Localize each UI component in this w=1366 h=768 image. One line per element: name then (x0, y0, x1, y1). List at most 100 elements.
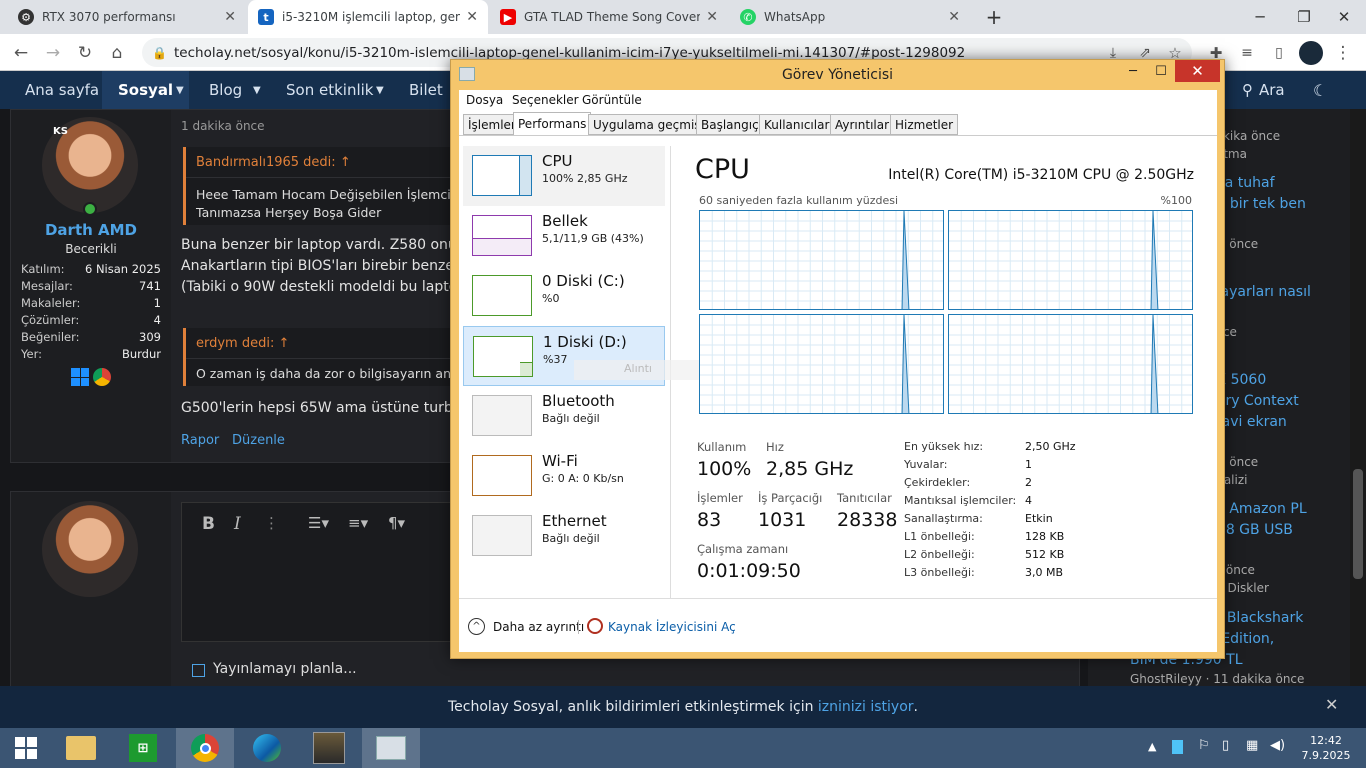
resource-item-bluetooth[interactable]: Bluetooth Bağlı değil (463, 386, 665, 446)
resource-name: CPU (542, 152, 573, 170)
close-tab-icon[interactable]: ✕ (948, 9, 960, 25)
gta-button[interactable] (300, 728, 358, 768)
user-stat-row: Yer: Burdur (21, 347, 161, 361)
tm-tabs: İşlemler Performans Uygulama geçmişi Baş… (463, 112, 1213, 136)
cpu-graphs (699, 210, 1193, 414)
tab-uygulama-gecmisi[interactable]: Uygulama geçmişi (588, 114, 709, 135)
clock[interactable]: 12:42 7.9.2025 (1296, 733, 1356, 763)
minimize-icon[interactable]: ─ (1238, 0, 1282, 34)
edge-button[interactable] (238, 728, 296, 768)
nav-ana-sayfa[interactable]: Ana sayfa (25, 71, 99, 109)
store-button[interactable]: ⊞ (114, 728, 172, 768)
cpu-heading: CPU (695, 154, 750, 185)
collapse-icon[interactable]: ^ (468, 618, 485, 635)
forward-icon[interactable]: → (40, 40, 66, 66)
resource-name: 1 Diski (D:) (543, 333, 627, 351)
task-manager-taskbar-button[interactable] (362, 728, 420, 768)
quote-author[interactable]: Bandırmalı1965 dedi: ↑ (196, 155, 351, 170)
close-tab-icon[interactable]: ✕ (466, 9, 478, 25)
menu-goruntule[interactable]: Görüntüle (582, 93, 642, 107)
schedule-checkbox[interactable] (192, 664, 205, 677)
file-explorer-button[interactable] (52, 728, 110, 768)
menu-secenekler[interactable]: Seçenekler (512, 93, 579, 107)
tray-app-icon[interactable] (1172, 740, 1183, 754)
align-icon[interactable]: ≡▾ (348, 514, 368, 532)
battery-icon[interactable]: ▯ (1222, 738, 1229, 753)
resource-name: Wi-Fi (542, 452, 578, 470)
username-link[interactable]: Darth AMD (11, 221, 171, 239)
menu-dosya[interactable]: Dosya (466, 93, 503, 107)
italic-icon[interactable]: I (234, 514, 241, 534)
edit-link[interactable]: Düzenle (232, 433, 285, 448)
less-details-link[interactable]: Daha az ayrıntı (493, 620, 584, 634)
tray-chevron-icon[interactable]: ▲ (1148, 740, 1156, 753)
resource-item-bellek[interactable]: Bellek 5,1/11,9 GB (43%) (463, 206, 665, 266)
tab-performans[interactable]: Performans (513, 112, 592, 136)
scrollbar-thumb[interactable] (1353, 469, 1363, 579)
minimize-icon[interactable]: ─ (1119, 60, 1147, 82)
profile-avatar[interactable] (1299, 41, 1323, 65)
close-tab-icon[interactable]: ✕ (224, 9, 236, 25)
home-icon[interactable]: ⌂ (104, 40, 130, 66)
tab-baslangic[interactable]: Başlangıç (696, 114, 764, 135)
avatar[interactable] (42, 501, 138, 597)
volume-icon[interactable]: ◀) (1270, 738, 1285, 753)
resource-thumbnail (472, 215, 532, 256)
close-window-icon[interactable]: ✕ (1175, 60, 1220, 82)
new-tab-button[interactable]: + (972, 0, 1016, 34)
network-icon[interactable]: ▦ (1246, 738, 1258, 753)
flag-icon[interactable]: ⚐ (1198, 738, 1210, 753)
browser-tab-youtube[interactable]: ▶ GTA TLAD Theme Song Cover - Y ✕ (490, 0, 728, 34)
paragraph-icon[interactable]: ¶▾ (388, 514, 405, 532)
media-icon[interactable]: ≡ (1234, 40, 1260, 66)
resource-monitor-link[interactable]: Kaynak İzleyicisini Aç (608, 620, 736, 634)
stat-threads: 1031 (758, 509, 807, 531)
reload-icon[interactable]: ↻ (72, 40, 98, 66)
search-button[interactable]: ⚲ Ara (1242, 71, 1285, 109)
tab-kullanicilar[interactable]: Kullanıcılar (759, 114, 835, 135)
list-icon[interactable]: ☰▾ (308, 514, 329, 532)
browser-tab-rtx[interactable]: ⚙ RTX 3070 performansı ✕ (8, 0, 246, 34)
nav-son-etkinlik[interactable]: Son etkinlik (286, 71, 373, 109)
chevron-down-icon[interactable]: ▼ (253, 71, 261, 109)
resource-item-wi-fi[interactable]: Wi-Fi G: 0 A: 0 Kb/sn (463, 446, 665, 506)
bold-icon[interactable]: B (202, 514, 215, 534)
tab-ayrintilar[interactable]: Ayrıntılar (830, 114, 895, 135)
nav-bilet[interactable]: Bilet (409, 71, 443, 109)
chevron-down-icon[interactable]: ▼ (176, 71, 184, 109)
chrome-taskbar-button[interactable] (176, 728, 234, 768)
browser-tab-i5[interactable]: t i5-3210M işlemcili laptop, genel k ✕ (248, 0, 488, 34)
close-tab-icon[interactable]: ✕ (706, 9, 718, 25)
browser-tab-whatsapp[interactable]: ✆ WhatsApp ✕ (730, 0, 970, 34)
resource-item-ethernet[interactable]: Ethernet Bağlı değil (463, 506, 665, 566)
spec-value: Etkin (1025, 512, 1053, 525)
menu-icon[interactable]: ⋮ (1330, 40, 1356, 66)
more-icon[interactable]: ⋮ (264, 514, 279, 532)
resource-name: 0 Diski (C:) (542, 272, 625, 290)
permission-link[interactable]: izninizi istiyor (818, 699, 914, 715)
close-window-icon[interactable]: ✕ (1322, 0, 1366, 34)
chevron-down-icon[interactable]: ▼ (376, 71, 384, 109)
dark-mode-icon[interactable]: ☾ (1313, 71, 1327, 109)
user-stat-row: Katılım: 6 Nisan 2025 (21, 262, 161, 276)
maximize-icon[interactable]: ☐ (1147, 60, 1175, 82)
report-link[interactable]: Rapor (181, 433, 219, 448)
task-manager-icon (376, 736, 406, 760)
window-title: Görev Yöneticisi (451, 60, 1224, 90)
close-icon[interactable]: ✕ (1325, 695, 1338, 714)
spec-key: Mantıksal işlemciler: (904, 494, 1017, 507)
back-icon[interactable]: ← (8, 40, 34, 66)
quote-author[interactable]: erdym dedi: ↑ (196, 336, 289, 351)
resource-name: Ethernet (542, 512, 607, 530)
scrollbar[interactable] (1350, 109, 1366, 686)
resource-item-0-diski-c-[interactable]: 0 Diski (C:) %0 (463, 266, 665, 326)
nav-blog[interactable]: Blog (209, 71, 242, 109)
start-button[interactable] (0, 728, 52, 768)
sidepanel-icon[interactable]: ▯ (1266, 40, 1292, 66)
resource-item-cpu[interactable]: CPU 100% 2,85 GHz (463, 146, 665, 206)
restore-icon[interactable]: ❐ (1282, 0, 1326, 34)
tab-hizmetler[interactable]: Hizmetler (890, 114, 959, 135)
notification-bar: Techolay Sosyal, anlık bildirimleri etki… (0, 686, 1366, 728)
usage-fill (473, 238, 531, 255)
resource-thumbnail (472, 155, 532, 196)
